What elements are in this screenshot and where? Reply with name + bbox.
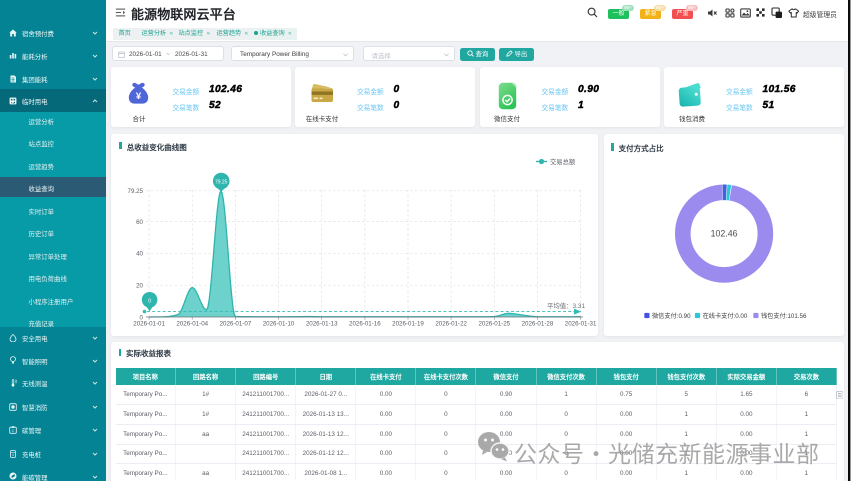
svg-text:2026-01-07: 2026-01-07 — [220, 321, 252, 328]
svg-text:2026-01-13: 2026-01-13 — [306, 321, 338, 328]
svg-text:2026-01-25: 2026-01-25 — [478, 321, 510, 328]
svg-text:2026-01-01: 2026-01-01 — [133, 321, 165, 328]
svg-text:20: 20 — [136, 283, 143, 290]
svg-text:2026-01-10: 2026-01-10 — [263, 321, 295, 328]
svg-text:0: 0 — [148, 298, 151, 304]
svg-text:¥: ¥ — [136, 91, 142, 102]
svg-text:2026-01-19: 2026-01-19 — [392, 321, 424, 328]
svg-text:2026-01-04: 2026-01-04 — [176, 321, 208, 328]
svg-text:C: C — [12, 429, 15, 433]
svg-text:79.25: 79.25 — [215, 179, 228, 185]
svg-text:60: 60 — [136, 219, 143, 226]
svg-text:102.46: 102.46 — [711, 229, 738, 239]
svg-text:微信支付:0.90: 微信支付:0.90 — [652, 312, 691, 320]
svg-text:2026-01-16: 2026-01-16 — [349, 321, 381, 328]
svg-text:在线卡支付:0.00: 在线卡支付:0.00 — [703, 312, 748, 320]
svg-text:平均值：3.31: 平均值：3.31 — [547, 301, 585, 310]
svg-text:40: 40 — [136, 251, 143, 258]
svg-text:79.25: 79.25 — [128, 188, 144, 195]
svg-text:2026-01-28: 2026-01-28 — [522, 321, 554, 328]
svg-text:2026-01-22: 2026-01-22 — [435, 321, 467, 328]
svg-text:钱包支付:101.56: 钱包支付:101.56 — [761, 312, 807, 320]
svg-text:交易总额: 交易总额 — [550, 157, 576, 166]
svg-text:2026-01-31: 2026-01-31 — [565, 321, 597, 328]
